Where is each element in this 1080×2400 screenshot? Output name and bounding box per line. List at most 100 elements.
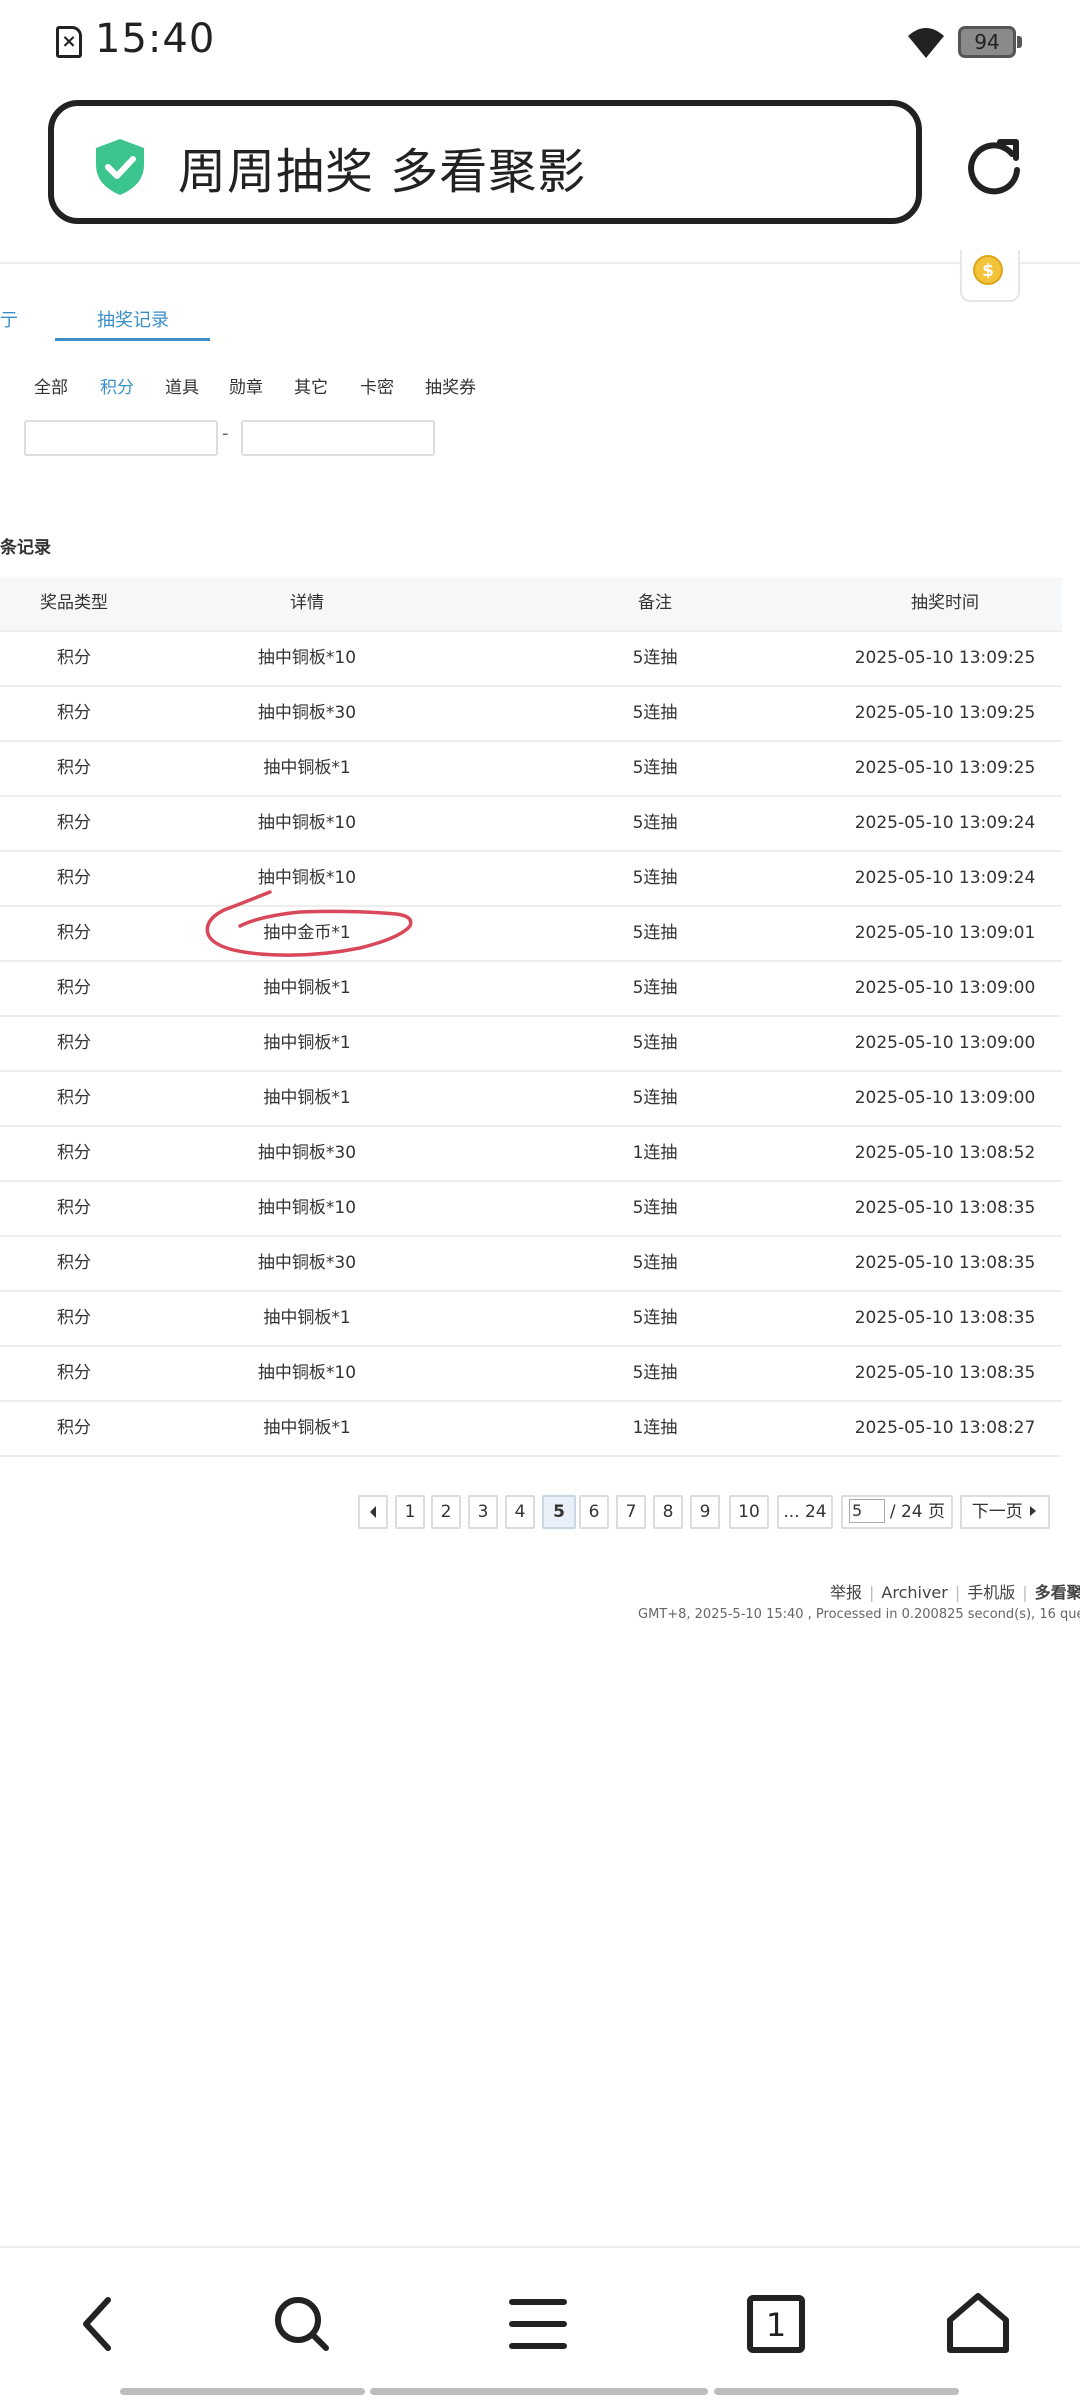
menu-icon[interactable] <box>500 2286 576 2362</box>
footer-link-report[interactable]: 举报 <box>830 1583 862 1602</box>
battery-level: 94 <box>974 30 1000 54</box>
cell-remark: 5连抽 <box>632 1363 678 1383</box>
pagination-page-1[interactable]: 1 <box>395 1495 425 1529</box>
tab-active-indicator <box>55 338 210 341</box>
battery-icon: 94 <box>958 26 1016 58</box>
cell-prize-type: 积分 <box>57 868 91 888</box>
caret-left-icon <box>370 1506 376 1518</box>
filter-other[interactable]: 其它 <box>294 373 328 398</box>
pagination-page-10[interactable]: 10 <box>729 1495 769 1529</box>
cell-prize-type: 积分 <box>57 1033 91 1053</box>
search-icon[interactable] <box>264 2286 340 2362</box>
cell-remark: 5连抽 <box>632 868 678 888</box>
filter-medals[interactable]: 勋章 <box>229 373 263 398</box>
table-row: 积分 抽中铜板*10 5连抽 2025-05-10 13:08:35 <box>0 1182 1062 1237</box>
shield-check-icon <box>96 139 144 195</box>
cell-details: 抽中铜板*1 <box>263 758 351 778</box>
records-count-heading: 条记录 <box>0 538 51 558</box>
tab-lottery-records[interactable]: 抽奖记录 <box>97 306 169 332</box>
pagination-jump-input[interactable]: 5 <box>849 1499 885 1523</box>
cell-details: 抽中铜板*10 <box>257 1363 357 1383</box>
cell-draw-time: 2025-05-10 13:08:27 <box>854 1418 1036 1438</box>
table-row: 积分 抽中铜板*1 5连抽 2025-05-10 13:09:00 <box>0 1072 1062 1127</box>
cell-draw-time: 2025-05-10 13:09:25 <box>854 758 1036 778</box>
cell-details: 抽中铜板*1 <box>263 1033 351 1053</box>
coin-icon[interactable]: $ <box>972 254 1004 286</box>
cell-draw-time: 2025-05-10 13:09:24 <box>854 813 1036 833</box>
content-divider <box>0 262 1080 264</box>
back-icon[interactable] <box>62 2286 138 2362</box>
cell-draw-time: 2025-05-10 13:08:35 <box>854 1253 1036 1273</box>
filter-props[interactable]: 道具 <box>165 373 199 398</box>
cell-draw-time: 2025-05-10 13:08:35 <box>854 1198 1036 1218</box>
cell-draw-time: 2025-05-10 13:08:35 <box>854 1363 1036 1383</box>
footer-links: 举报|Archiver|手机版|多看聚影 <box>830 1579 1080 1603</box>
table-body: 积分 抽中铜板*10 5连抽 2025-05-10 13:09:25 积分 抽中铜板*30… <box>0 632 1062 1457</box>
pagination-page-3[interactable]: 3 <box>468 1495 498 1529</box>
cell-prize-type: 积分 <box>57 978 91 998</box>
cell-details: 抽中铜板*1 <box>263 1088 351 1108</box>
cell-prize-type: 积分 <box>57 703 91 723</box>
table-row: 积分 抽中铜板*10 5连抽 2025-05-10 13:09:24 <box>0 797 1062 852</box>
pagination-next-button[interactable]: 下一页 <box>960 1495 1050 1529</box>
cell-details: 抽中铜板*10 <box>257 813 357 833</box>
cell-draw-time: 2025-05-10 13:09:00 <box>854 1033 1036 1053</box>
pagination-page-9[interactable]: 9 <box>690 1495 720 1529</box>
cell-remark: 5连抽 <box>632 978 678 998</box>
cell-draw-time: 2025-05-10 13:09:00 <box>854 1088 1036 1108</box>
page-title: 周周抽奖 多看聚影 <box>178 144 587 200</box>
cell-prize-type: 积分 <box>57 758 91 778</box>
table-row: 积分 抽中铜板*1 5连抽 2025-05-10 13:08:35 <box>0 1292 1062 1347</box>
cell-prize-type: 积分 <box>57 923 91 943</box>
tab-previous[interactable]: 亍 <box>0 306 18 332</box>
pagination-page-7[interactable]: 7 <box>616 1495 646 1529</box>
cell-details: 抽中铜板*30 <box>257 1253 357 1273</box>
header-remark: 备注 <box>638 593 672 613</box>
cell-prize-type: 积分 <box>57 1363 91 1383</box>
reload-icon[interactable] <box>962 134 1026 198</box>
pagination-page-8[interactable]: 8 <box>653 1495 683 1529</box>
filter-all[interactable]: 全部 <box>34 373 68 398</box>
cell-details: 抽中铜板*10 <box>257 648 357 668</box>
table-row: 积分 抽中金币*1 5连抽 2025-05-10 13:09:01 <box>0 907 1062 962</box>
cell-remark: 5连抽 <box>632 648 678 668</box>
next-page-label: 下一页 <box>971 1502 1023 1522</box>
pagination-last-button[interactable]: ... 24 <box>777 1495 833 1529</box>
pagination-prev-button[interactable] <box>358 1495 388 1529</box>
cell-remark: 5连抽 <box>632 1198 678 1218</box>
pagination-page-2[interactable]: 2 <box>431 1495 461 1529</box>
cell-draw-time: 2025-05-10 13:09:00 <box>854 978 1036 998</box>
table-row: 积分 抽中铜板*10 5连抽 2025-05-10 13:09:24 <box>0 852 1062 907</box>
cell-prize-type: 积分 <box>57 813 91 833</box>
records-table: 奖品类型 详情 备注 抽奖时间 积分 抽中铜板*10 5连抽 2025-05-10 1… <box>0 577 1062 1457</box>
svg-text:$: $ <box>982 261 994 281</box>
date-from-input[interactable] <box>24 420 218 456</box>
cell-draw-time: 2025-05-10 13:08:35 <box>854 1308 1036 1328</box>
pagination-page-5[interactable]: 5 <box>542 1495 576 1529</box>
cell-draw-time: 2025-05-10 13:08:52 <box>854 1143 1036 1163</box>
table-row: 积分 抽中铜板*1 5连抽 2025-05-10 13:09:00 <box>0 962 1062 1017</box>
cell-details: 抽中铜板*30 <box>257 703 357 723</box>
cell-prize-type: 积分 <box>57 1198 91 1218</box>
date-to-input[interactable] <box>241 420 435 456</box>
footer-link-archiver[interactable]: Archiver <box>881 1583 947 1602</box>
caret-right-icon <box>1030 1506 1037 1516</box>
battery-tip <box>1017 36 1022 48</box>
cell-prize-type: 积分 <box>57 648 91 668</box>
tabs-icon[interactable]: 1 <box>738 2286 814 2362</box>
home-icon[interactable] <box>940 2286 1016 2362</box>
pagination-page-6[interactable]: 6 <box>579 1495 609 1529</box>
cell-prize-type: 积分 <box>57 1088 91 1108</box>
cell-remark: 5连抽 <box>632 813 678 833</box>
pagination-page-4[interactable]: 4 <box>505 1495 535 1529</box>
filter-card-codes[interactable]: 卡密 <box>360 373 394 398</box>
bottom-nav-divider <box>0 2246 1080 2248</box>
cell-remark: 5连抽 <box>632 1088 678 1108</box>
table-row: 积分 抽中铜板*10 5连抽 2025-05-10 13:09:25 <box>0 632 1062 687</box>
sim-error-icon: × <box>56 26 82 58</box>
cell-prize-type: 积分 <box>57 1418 91 1438</box>
filter-tickets[interactable]: 抽奖券 <box>425 373 476 398</box>
footer-link-mobile[interactable]: 手机版 <box>967 1583 1015 1602</box>
footer-link-site[interactable]: 多看聚影 <box>1035 1583 1080 1602</box>
filter-points[interactable]: 积分 <box>100 373 134 398</box>
